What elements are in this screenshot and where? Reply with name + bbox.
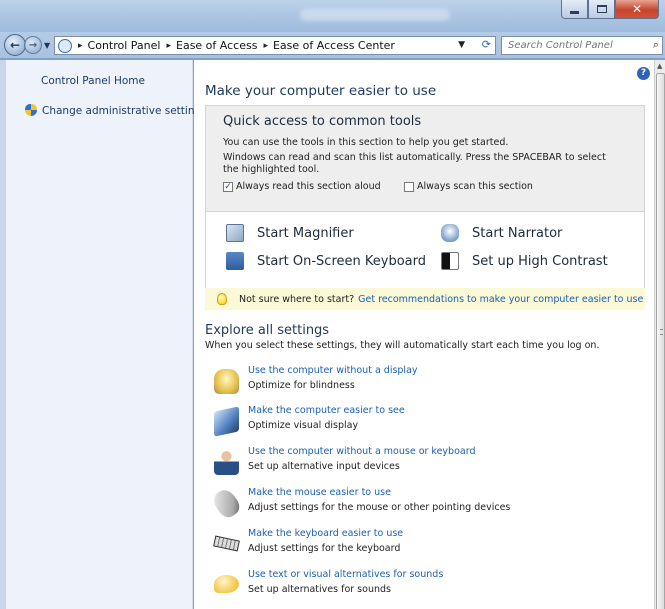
start-keyboard-label: Start On-Screen Keyboard [257, 253, 426, 269]
maximize-button[interactable] [588, 0, 615, 19]
page-title: Make your computer easier to use [205, 83, 437, 99]
magnifier-icon [226, 224, 244, 242]
close-button[interactable]: ✕ [615, 0, 659, 19]
search-box: ⌕ [501, 36, 663, 55]
quick-access-instructions: Windows can read and scan this list auto… [223, 152, 606, 175]
lightbulb-icon [217, 293, 227, 305]
explore-settings-subtitle: When you select these settings, they wil… [205, 340, 600, 351]
control-panel-icon [58, 38, 72, 53]
setting-item-without-display: Use the computer without a display Optim… [214, 365, 614, 399]
navigation-bar: ← → ▼ ▸ Control Panel ▸ Ease of Access ▸… [0, 32, 665, 58]
shield-icon [25, 104, 37, 117]
maximize-icon [596, 5, 607, 13]
keyboard-icon [226, 252, 244, 270]
close-icon: ✕ [631, 2, 643, 16]
mouse-icon [209, 486, 244, 521]
change-admin-settings-label: Change administrative settings [42, 104, 207, 117]
without-display-desc: Optimize for blindness [248, 380, 355, 391]
address-dropdown-icon[interactable]: ▼ [458, 40, 465, 50]
change-admin-settings-link[interactable]: Change administrative settings [25, 104, 207, 117]
start-magnifier-label: Start Magnifier [257, 225, 354, 241]
breadcrumb-separator-icon[interactable]: ▸ [166, 41, 171, 51]
setting-item-sounds: Use text or visual alternatives for soun… [214, 569, 614, 603]
recent-pages-dropdown[interactable]: ▼ [44, 41, 50, 50]
scroll-grip-icon [660, 329, 663, 335]
left-navigation-pane: Control Panel Home Change administrative… [0, 60, 207, 609]
quick-access-panel: Quick access to common tools You can use… [205, 105, 645, 212]
display-icon [214, 369, 239, 394]
read-aloud-option[interactable]: ✓ Always read this section aloud [223, 181, 381, 192]
breadcrumb-control-panel[interactable]: Control Panel [88, 39, 161, 52]
mouse-easier-link[interactable]: Make the mouse easier to use [248, 487, 391, 498]
keyboard-small-icon [213, 535, 240, 552]
easier-to-see-desc: Optimize visual display [248, 420, 359, 431]
scan-option[interactable]: Always scan this section [404, 181, 533, 192]
breadcrumb-ease-of-access-center[interactable]: Ease of Access Center [273, 39, 395, 52]
help-icon[interactable]: ? [637, 67, 650, 80]
start-on-screen-keyboard-button[interactable]: Start On-Screen Keyboard [226, 252, 426, 270]
read-aloud-label: Always read this section aloud [236, 181, 381, 192]
forward-arrow-icon: → [28, 39, 38, 51]
explore-settings-title: Explore all settings [205, 323, 330, 338]
common-tools-panel: Start Magnifier Start Narrator Start On-… [205, 212, 645, 292]
quick-access-title: Quick access to common tools [223, 114, 422, 129]
minimize-button[interactable] [561, 0, 588, 19]
set-up-high-contrast-button[interactable]: Set up High Contrast [441, 252, 608, 270]
recommendation-tip: Not sure where to start? Get recommendat… [205, 288, 645, 310]
address-bar[interactable]: ▸ Control Panel ▸ Ease of Access ▸ Ease … [54, 36, 496, 55]
start-narrator-label: Start Narrator [472, 225, 563, 241]
main-content: ? Make your computer easier to use Quick… [194, 60, 654, 609]
keyboard-easier-desc: Adjust settings for the keyboard [248, 543, 401, 554]
tip-text: Not sure where to start? [239, 293, 355, 305]
setting-item-easier-to-see: Make the computer easier to see Optimize… [214, 405, 614, 439]
quick-access-description: You can use the tools in this section to… [223, 137, 509, 148]
keyboard-easier-link[interactable]: Make the keyboard easier to use [248, 528, 403, 539]
window-controls: ✕ [561, 0, 659, 19]
scroll-up-icon[interactable]: ▲ [657, 62, 662, 70]
scan-label: Always scan this section [417, 181, 533, 192]
scroll-thumb[interactable] [656, 73, 665, 609]
easier-to-see-link[interactable]: Make the computer easier to see [248, 405, 405, 416]
window-title [300, 9, 450, 21]
sounds-alternatives-link[interactable]: Use text or visual alternatives for soun… [248, 569, 443, 580]
without-mouse-link[interactable]: Use the computer without a mouse or keyb… [248, 446, 476, 457]
breadcrumb-ease-of-access[interactable]: Ease of Access [176, 39, 257, 52]
search-input[interactable] [508, 37, 643, 54]
get-recommendations-link[interactable]: Get recommendations to make your compute… [358, 294, 643, 305]
breadcrumb-separator-icon[interactable]: ▸ [263, 41, 268, 51]
control-panel-home-link[interactable]: Control Panel Home [41, 75, 145, 87]
forward-button[interactable]: → [24, 36, 42, 54]
setting-item-without-mouse: Use the computer without a mouse or keyb… [214, 446, 614, 480]
start-narrator-button[interactable]: Start Narrator [441, 224, 562, 242]
sounds-alternatives-desc: Set up alternatives for sounds [248, 584, 391, 595]
narrator-icon [441, 224, 459, 242]
contrast-icon [441, 252, 459, 270]
mouse-easier-desc: Adjust settings for the mouse or other p… [248, 502, 511, 513]
title-bar: ✕ [0, 0, 665, 32]
search-icon[interactable]: ⌕ [653, 38, 659, 52]
monitor-icon [214, 406, 239, 437]
setting-item-mouse: Make the mouse easier to use Adjust sett… [209, 486, 614, 521]
person-icon [214, 450, 239, 475]
high-contrast-label: Set up High Contrast [472, 253, 608, 269]
without-display-link[interactable]: Use the computer without a display [248, 365, 418, 376]
speech-bubble-icon [214, 575, 239, 593]
back-arrow-icon: ← [9, 38, 21, 52]
minimize-icon [570, 10, 579, 14]
without-mouse-desc: Set up alternative input devices [248, 461, 400, 472]
scan-checkbox[interactable] [404, 181, 414, 192]
read-aloud-checkbox[interactable]: ✓ [223, 181, 233, 192]
setting-item-keyboard: Make the keyboard easier to use Adjust s… [213, 528, 614, 562]
refresh-icon[interactable]: ⟳ [482, 38, 491, 51]
vertical-scrollbar[interactable]: ▲ [654, 60, 665, 609]
back-button[interactable]: ← [4, 34, 26, 56]
breadcrumb-separator-icon[interactable]: ▸ [78, 41, 83, 51]
start-magnifier-button[interactable]: Start Magnifier [226, 224, 354, 242]
pane-edge [0, 60, 6, 609]
